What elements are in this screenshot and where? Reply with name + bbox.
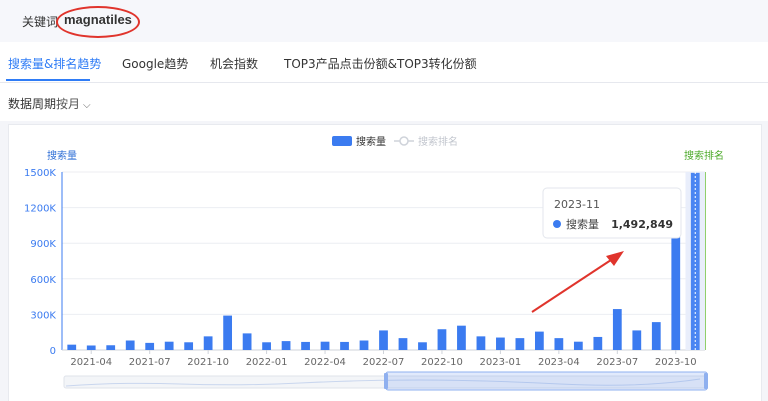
annotation-arrow-head [606,251,624,266]
tooltip-value: 1,492,849 [611,218,673,231]
tooltip-series-name: 搜索量 [566,217,599,231]
legend-swatch-search-volume[interactable] [332,136,352,146]
y-tick-label: 900K [30,239,56,250]
bar[interactable] [242,333,252,350]
zoom-slider-window[interactable] [385,371,708,391]
bar[interactable] [86,345,96,350]
tooltip-series-dot [553,220,561,228]
y-axis-left-title: 搜索量 [47,149,77,162]
bar[interactable] [671,237,681,350]
bar[interactable] [106,345,116,350]
bar[interactable] [262,342,271,350]
bar[interactable] [145,342,155,350]
bar[interactable] [340,341,349,350]
x-tick-label: 2023-04 [538,357,580,368]
y-axis-right-title: 搜索排名 [684,149,724,162]
bar[interactable] [281,341,291,350]
bar[interactable] [554,338,564,350]
x-tick-label: 2022-07 [363,357,405,368]
bar[interactable] [320,341,330,350]
bar[interactable] [359,340,369,350]
x-tick-label: 2022-10 [421,357,463,368]
annotation-arrow-line [531,257,615,313]
x-tick-label: 2021-07 [129,357,171,368]
legend-marker-search-rank[interactable] [399,136,409,146]
bar[interactable] [379,330,388,350]
bar[interactable] [301,341,310,350]
bar[interactable] [496,337,505,350]
bar[interactable] [67,344,77,350]
bar[interactable] [457,325,466,350]
search-volume-chart: 0300K600K900K1200K1500K搜索量 搜索排名搜索量 搜索排名202… [24,135,724,391]
x-tick-label: 2023-10 [655,357,697,368]
zoom-handle-left[interactable] [384,373,388,389]
bar[interactable] [612,309,622,350]
bar[interactable] [593,336,603,350]
bar[interactable] [573,341,583,350]
y-tick-label: 600K [30,275,56,286]
zoom-handle-right[interactable] [704,373,708,389]
tooltip-title: 2023-11 [554,198,600,211]
legend-label-search-volume[interactable]: 搜索量 [356,135,386,148]
bar[interactable] [398,338,408,350]
bar[interactable] [515,338,525,350]
x-tick-label: 2022-01 [246,357,288,368]
bar[interactable] [223,315,233,350]
y-tick-label: 1500K [24,168,56,179]
bar[interactable] [125,340,135,350]
bar[interactable] [164,341,174,350]
bar[interactable] [203,336,213,350]
bar[interactable] [184,342,194,350]
bar[interactable] [534,331,544,350]
x-tick-label: 2021-04 [70,357,112,368]
bar[interactable] [437,329,447,350]
x-tick-label: 2023-07 [596,357,638,368]
y-tick-label: 0 [50,346,56,357]
x-tick-label: 2022-04 [304,357,346,368]
legend-label-search-rank[interactable]: 搜索排名 [418,135,458,148]
x-tick-label: 2021-10 [187,357,229,368]
bar[interactable] [476,336,486,350]
x-tick-label: 2023-01 [480,357,522,368]
bar[interactable] [651,322,661,350]
bar[interactable] [418,342,427,350]
y-tick-label: 300K [30,310,56,321]
y-tick-label: 1200K [24,204,56,215]
bar[interactable] [632,330,642,350]
